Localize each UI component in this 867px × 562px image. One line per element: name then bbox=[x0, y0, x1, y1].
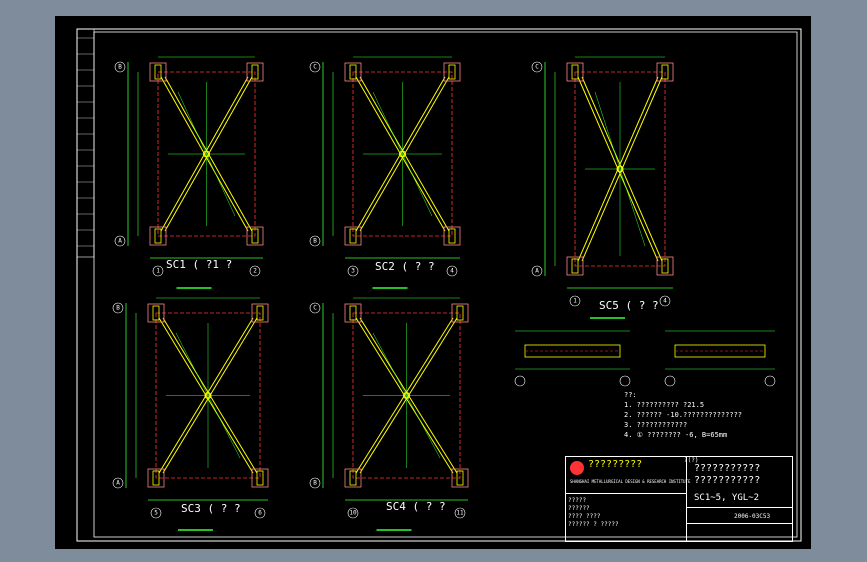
ygl1-bubble-left bbox=[514, 375, 526, 387]
ygl2-bubble-right bbox=[764, 375, 776, 387]
drawing-title-line2: ??????????? bbox=[694, 475, 761, 486]
note-1: 1. ?????????? ?21.5 bbox=[624, 401, 705, 409]
sc5-grid-right-label: 4 bbox=[663, 298, 667, 305]
company-name-en: SHANGHAI METALLURGICAL DESIGN & RESEARCH… bbox=[570, 479, 691, 484]
title-sc2: SC2 ( ? ? bbox=[375, 260, 435, 273]
tb-row-3: ???? ???? bbox=[568, 513, 601, 520]
sc5-grid-top-label: C bbox=[535, 64, 539, 71]
sc1-grid-left-label: 1 bbox=[156, 268, 160, 275]
tb-row-2: ?????? bbox=[568, 505, 590, 512]
sc3-grid-right-label: 6 bbox=[258, 510, 262, 517]
note-2: 2. ?????? -10.?????????????? bbox=[624, 411, 743, 419]
tb-row-1: ????? bbox=[568, 497, 587, 504]
sc4-gusset-1 bbox=[451, 303, 469, 323]
company-logo bbox=[570, 461, 584, 475]
drawing-title: ??????????? bbox=[694, 463, 761, 474]
title-sc1: SC1 ( ?1 ? bbox=[166, 258, 233, 271]
sc4-grid-top-label: C bbox=[313, 305, 317, 312]
tb-code: 2006-03C53 bbox=[734, 513, 771, 520]
sc5-grid-left-label: 1 bbox=[573, 298, 577, 305]
sc2-gusset-3 bbox=[443, 226, 461, 246]
drawing-number: SC1~5, YGL~2 bbox=[694, 493, 760, 503]
sc4-grid-left-label: 10 bbox=[349, 510, 357, 517]
sc2-grid-right-label: 4 bbox=[450, 268, 454, 275]
title-sc4: SC4 ( ? ? bbox=[386, 500, 446, 513]
sc2-grid-top-label: C bbox=[313, 64, 317, 71]
sc2-grid-left-label: 3 bbox=[351, 268, 355, 275]
sc3-grid-left-label: 5 bbox=[154, 510, 158, 517]
sc1-grid-top-label: B bbox=[118, 64, 122, 71]
company-name: ????????? bbox=[588, 459, 643, 470]
sc2-grid-bottom-label: B bbox=[313, 238, 317, 245]
title-sc5: SC5 ( ? ? bbox=[599, 299, 659, 312]
sc3-gusset-3 bbox=[251, 468, 269, 488]
title-block: ????????? SHANGHAI METALLURGICAL DESIGN … bbox=[565, 456, 793, 542]
sc1-grid-bottom-label: A bbox=[118, 238, 122, 245]
ygl2-bubble-left bbox=[664, 375, 676, 387]
ygl1-bubble-right bbox=[619, 375, 631, 387]
note-3: 3. ???????????? bbox=[624, 421, 688, 429]
notes-heading: ??: bbox=[624, 391, 637, 399]
general-notes: ??: 1. ?????????? ?21.5 2. ?????? -10.??… bbox=[624, 390, 742, 440]
title-sc3: SC3 ( ? ? bbox=[181, 502, 241, 515]
sc3-grid-top-label: B bbox=[116, 305, 120, 312]
cad-drawing-canvas[interactable]: 1 2 A B 3 4 B C 5 6 A B 10 11 B C 1 4 A C SC1 ( ?1 ? SC2 ( … bbox=[55, 16, 811, 549]
sc3-grid-bottom-label: A bbox=[116, 480, 120, 487]
sc4-grid-bottom-label: B bbox=[313, 480, 317, 487]
sc1-grid-right-label: 2 bbox=[253, 268, 257, 275]
note-4: 4. ① ???????? -6, B=65mm bbox=[624, 431, 728, 439]
sc4-grid-right-label: 11 bbox=[456, 510, 464, 517]
sc5-grid-bottom-label: A bbox=[535, 268, 539, 275]
revision-strip bbox=[76, 28, 95, 258]
tb-row-4: ?????? ? ????? bbox=[568, 521, 619, 528]
